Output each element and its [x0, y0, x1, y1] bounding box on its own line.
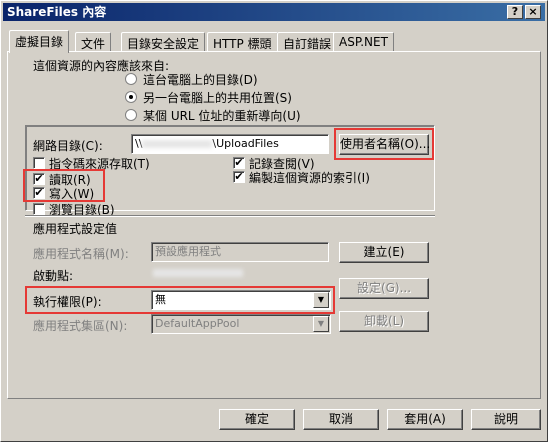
- title-bar: ShareFiles 內容 ? ×: [3, 3, 545, 21]
- app-name-input[interactable]: 預設應用程式: [151, 242, 329, 262]
- redacted-host: [142, 140, 213, 148]
- network-path-suffix: \UploadFiles: [212, 137, 279, 150]
- radio-url-redirect-label: 某個 URL 位址的重新導向(U): [143, 109, 301, 123]
- highlight-connect-as: [334, 128, 434, 160]
- script-source-checkbox[interactable]: [33, 157, 45, 169]
- close-icon[interactable]: ×: [525, 5, 541, 19]
- app-pool-label: 應用程式集區(N):: [33, 319, 128, 333]
- browse-checkbox[interactable]: [33, 203, 45, 215]
- app-name-label: 應用程式名稱(M):: [33, 247, 129, 261]
- network-path-prefix: \\: [135, 137, 143, 150]
- start-point-value-redacted: [153, 269, 243, 277]
- highlight-read-write: [23, 169, 105, 202]
- app-pool-select[interactable]: DefaultAppPool ▼: [151, 314, 331, 334]
- config-button[interactable]: 設定(G)...: [339, 278, 429, 299]
- radio-selected-dot: [129, 95, 133, 99]
- cancel-button[interactable]: 取消: [303, 409, 379, 430]
- app-settings-title: 應用程式設定值: [33, 222, 118, 236]
- radio-local-directory[interactable]: [125, 73, 137, 85]
- tab-custom-errors[interactable]: 自訂錯誤: [277, 32, 338, 51]
- chevron-down-icon[interactable]: ▼: [313, 316, 329, 332]
- network-directory-label: 網路目錄(C):: [33, 139, 103, 153]
- ok-button[interactable]: 確定: [219, 409, 295, 430]
- tab-http-headers[interactable]: HTTP 標頭: [207, 32, 278, 51]
- radio-network-share-label: 另一台電腦上的共用位置(S): [143, 91, 292, 105]
- help-button[interactable]: 說明: [471, 409, 541, 430]
- properties-dialog: ShareFiles 內容 ? × 虛擬目錄 文件 目錄安全設定 HTTP 標頭…: [0, 0, 548, 442]
- tab-directory-security[interactable]: 目錄安全設定: [121, 32, 206, 51]
- create-app-button[interactable]: 建立(E): [339, 242, 429, 263]
- help-title-button[interactable]: ?: [507, 5, 523, 19]
- index-resource-checkbox[interactable]: ✔: [233, 171, 245, 183]
- apply-button[interactable]: 套用(A): [387, 409, 463, 430]
- radio-local-directory-label: 這台電腦上的目錄(D): [143, 73, 258, 87]
- window-title: ShareFiles 內容: [7, 5, 107, 19]
- log-visits-checkbox[interactable]: ✔: [233, 157, 245, 169]
- tab-virtual-directory[interactable]: 虛擬目錄: [9, 30, 70, 53]
- app-pool-value: DefaultAppPool: [155, 317, 240, 330]
- tab-documents[interactable]: 文件: [75, 32, 112, 51]
- start-point-label: 啟動點:: [33, 269, 74, 283]
- highlight-exec-permissions: [25, 286, 335, 314]
- radio-url-redirect[interactable]: [125, 109, 137, 121]
- network-directory-input[interactable]: \\ \UploadFiles: [131, 134, 329, 154]
- radio-network-share[interactable]: [125, 91, 137, 103]
- index-resource-label: 編製這個資源的索引(I): [249, 171, 370, 185]
- app-settings-divider: [25, 215, 435, 217]
- unload-button[interactable]: 卸載(L): [339, 311, 429, 332]
- tab-aspnet[interactable]: ASP.NET: [333, 32, 394, 51]
